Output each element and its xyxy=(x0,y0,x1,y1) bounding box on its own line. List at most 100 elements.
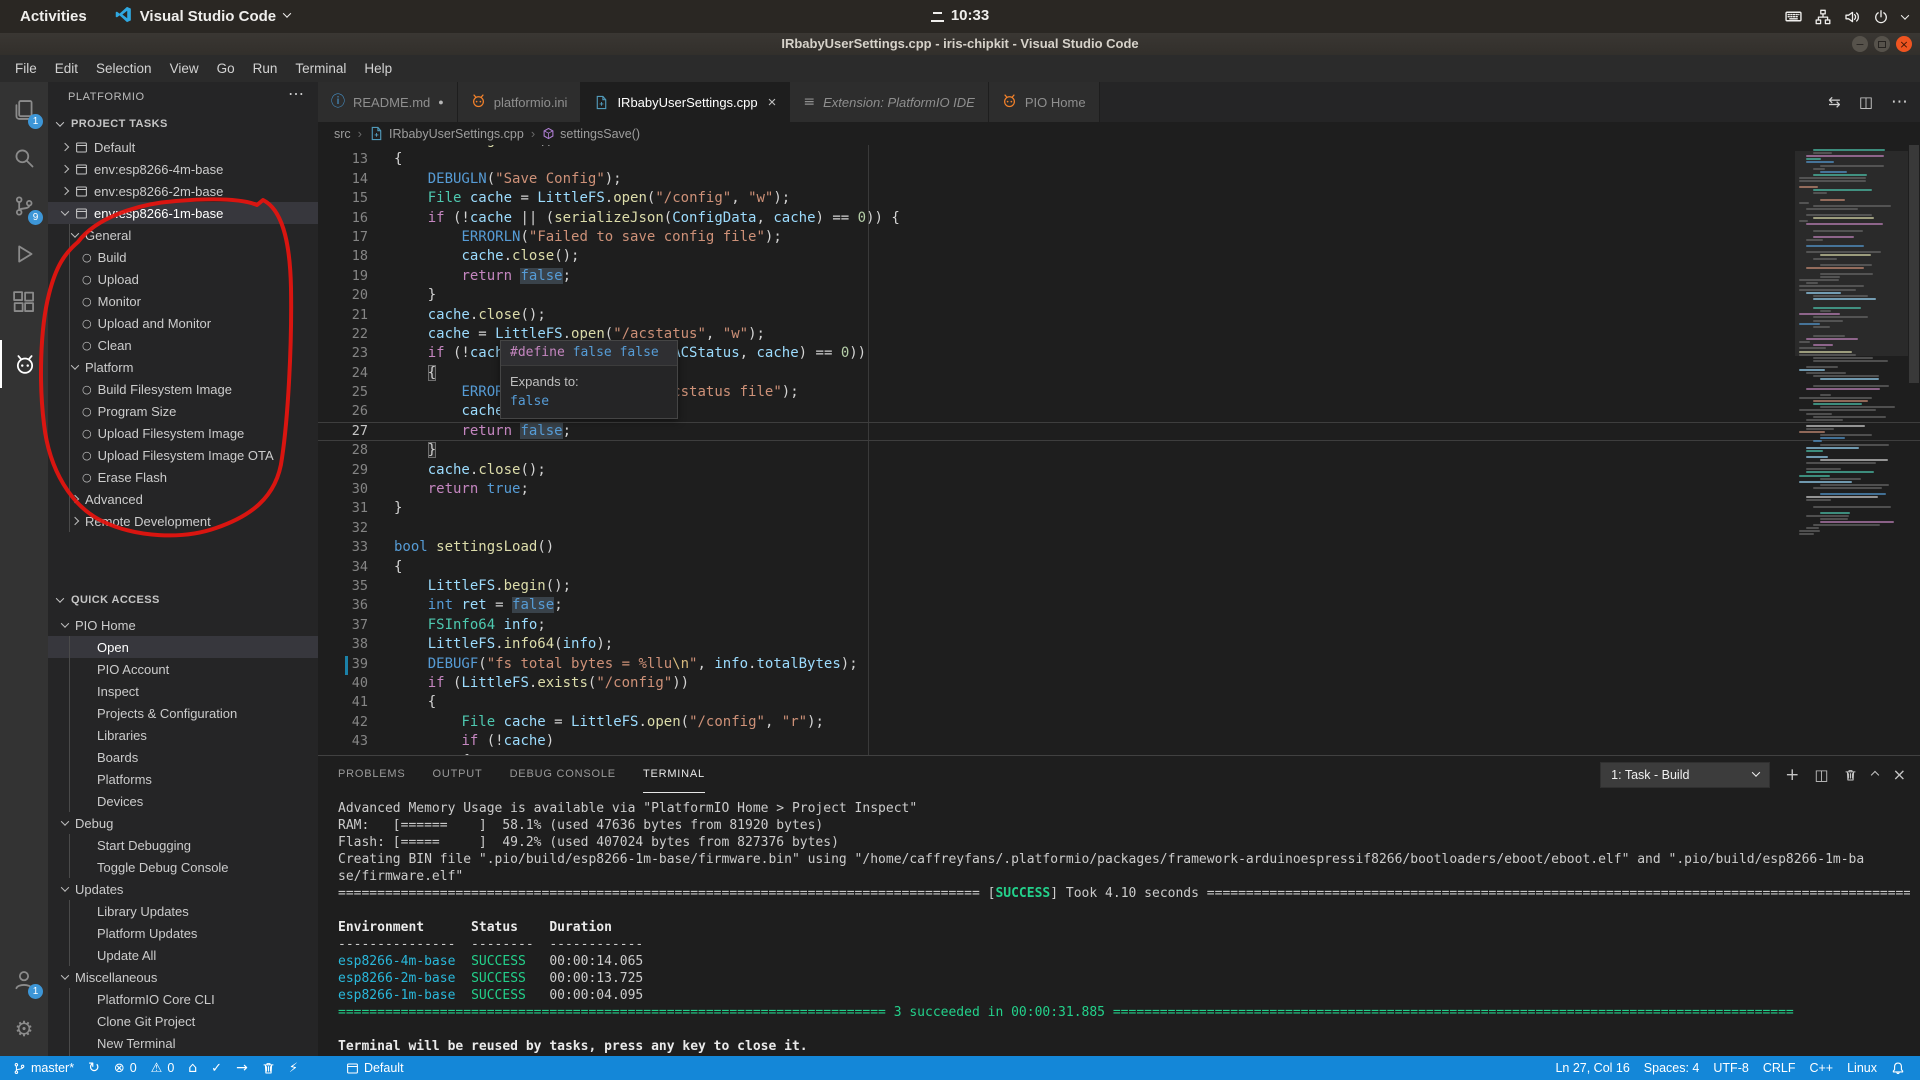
tree-item-clone-git-project[interactable]: Clone Git Project xyxy=(48,1010,318,1032)
minimap[interactable] xyxy=(1795,145,1908,755)
modified-dot-icon[interactable]: ● xyxy=(438,97,443,107)
tree-item-env-esp8266-4m-base[interactable]: env:esp8266-4m-base xyxy=(48,158,318,180)
tree-item-clean[interactable]: ○Clean xyxy=(48,334,318,356)
sidebar-more-actions[interactable]: ⋯ xyxy=(288,82,304,112)
status-warnings[interactable]: ⚠0 xyxy=(144,1056,182,1080)
breadcrumb-symbol[interactable]: settingsSave() xyxy=(542,127,640,141)
maximize-panel-icon[interactable] xyxy=(1872,772,1878,778)
tree-item-update-all[interactable]: Update All xyxy=(48,944,318,966)
activity-source-control[interactable]: 9 xyxy=(0,182,48,230)
status-encoding[interactable]: UTF-8 xyxy=(1706,1056,1755,1080)
menu-edit[interactable]: Edit xyxy=(46,61,87,76)
tab-readme-md[interactable]: ⓘREADME.md● xyxy=(318,82,458,122)
tree-item-upload-and-monitor[interactable]: ○Upload and Monitor xyxy=(48,312,318,334)
tab-extension-platformio-ide[interactable]: ≡Extension: PlatformIO IDE xyxy=(790,82,988,122)
power-icon[interactable] xyxy=(1873,9,1889,25)
activity-platformio[interactable] xyxy=(0,340,48,388)
volume-icon[interactable] xyxy=(1844,9,1860,25)
tree-item-upload-filesystem-image[interactable]: ○Upload Filesystem Image xyxy=(48,422,318,444)
menu-terminal[interactable]: Terminal xyxy=(286,61,355,76)
activity-manage[interactable]: ⚙ xyxy=(0,1005,48,1053)
close-panel-icon[interactable]: × xyxy=(1893,767,1906,783)
tree-item-monitor[interactable]: ○Monitor xyxy=(48,290,318,312)
tree-item-default[interactable]: Default xyxy=(48,136,318,158)
tree-item-debug[interactable]: Debug xyxy=(48,812,318,834)
code-editor[interactable]: 12bool settingsSave()13{14 DEBUGLN("Save… xyxy=(318,145,1920,755)
tree-item-libraries[interactable]: Libraries xyxy=(48,724,318,746)
app-menu[interactable]: Visual Studio Code xyxy=(115,6,290,27)
status-pio-upload[interactable]: → xyxy=(229,1056,255,1080)
more-actions-icon[interactable]: ⋯ xyxy=(1891,94,1908,111)
status-notifications[interactable] xyxy=(1884,1056,1912,1080)
keyboard-icon[interactable] xyxy=(1785,8,1802,25)
menu-go[interactable]: Go xyxy=(208,61,244,76)
tree-item-inspect[interactable]: Inspect xyxy=(48,680,318,702)
tree-item-pio-home[interactable]: PIO Home xyxy=(48,614,318,636)
tree-item-build[interactable]: ○Build xyxy=(48,246,318,268)
tree-item-toggle-debug-console[interactable]: Toggle Debug Console xyxy=(48,856,318,878)
new-terminal-icon[interactable]: + xyxy=(1785,767,1799,784)
tree-item-projects-configuration[interactable]: Projects & Configuration xyxy=(48,702,318,724)
status-indentation[interactable]: Spaces: 4 xyxy=(1637,1056,1707,1080)
menu-view[interactable]: View xyxy=(161,61,208,76)
tree-item-upload-filesystem-image-ota[interactable]: ○Upload Filesystem Image OTA xyxy=(48,444,318,466)
tree-item-upload[interactable]: ○Upload xyxy=(48,268,318,290)
tree-item-platform-updates[interactable]: Platform Updates xyxy=(48,922,318,944)
breadcrumb-folder[interactable]: src xyxy=(334,127,351,141)
tree-item-remote-development[interactable]: Remote Development xyxy=(48,510,318,532)
tree-item-env-esp8266-2m-base[interactable]: env:esp8266-2m-base xyxy=(48,180,318,202)
tree-item-pio-account[interactable]: PIO Account xyxy=(48,658,318,680)
split-editor-icon[interactable]: ◫ xyxy=(1859,95,1873,110)
menu-run[interactable]: Run xyxy=(244,61,287,76)
status-errors[interactable]: ⊗0 xyxy=(107,1056,144,1080)
tree-item-program-size[interactable]: ○Program Size xyxy=(48,400,318,422)
tree-item-updates[interactable]: Updates xyxy=(48,878,318,900)
panel-tab-terminal[interactable]: TERMINAL xyxy=(643,756,705,793)
status-pio-build[interactable]: ✓ xyxy=(204,1056,229,1080)
terminal-output[interactable]: Advanced Memory Usage is available via "… xyxy=(338,800,1910,1054)
status-git-branch[interactable]: master* xyxy=(6,1056,81,1080)
panel-tab-problems[interactable]: PROBLEMS xyxy=(338,756,406,793)
split-terminal-icon[interactable]: ◫ xyxy=(1814,768,1828,783)
tree-item-build-filesystem-image[interactable]: ○Build Filesystem Image xyxy=(48,378,318,400)
status-pio-clean[interactable] xyxy=(255,1056,282,1080)
activity-extensions[interactable] xyxy=(0,278,48,326)
clock[interactable]: 10:33 xyxy=(931,7,989,24)
section-quick-access[interactable]: QUICK ACCESS xyxy=(48,588,318,612)
tree-item-general[interactable]: General xyxy=(48,224,318,246)
menu-file[interactable]: File xyxy=(6,61,46,76)
tree-item-open[interactable]: Open xyxy=(48,636,318,658)
maximize-button[interactable] xyxy=(1874,36,1890,52)
tree-item-library-updates[interactable]: Library Updates xyxy=(48,900,318,922)
panel-tab-output[interactable]: OUTPUT xyxy=(433,756,483,793)
status-pio-home[interactable]: ⌂ xyxy=(181,1056,204,1080)
tree-item-advanced[interactable]: Advanced xyxy=(48,488,318,510)
status-language-mode[interactable]: C++ xyxy=(1802,1056,1840,1080)
panel-tab-debug-console[interactable]: DEBUG CONSOLE xyxy=(510,756,616,793)
activity-run-and-debug[interactable] xyxy=(0,230,48,278)
tree-item-new-terminal[interactable]: New Terminal xyxy=(48,1032,318,1054)
menu-selection[interactable]: Selection xyxy=(87,61,161,76)
editor-scrollbar[interactable] xyxy=(1908,145,1920,755)
tab-close-icon[interactable]: × xyxy=(768,94,777,111)
chevron-down-icon[interactable] xyxy=(1902,14,1908,20)
open-changes-icon[interactable]: ⇆ xyxy=(1828,95,1841,110)
kill-terminal-icon[interactable] xyxy=(1844,769,1857,782)
minimize-button[interactable]: − xyxy=(1852,36,1868,52)
status-pio-serial-monitor[interactable]: ⚡ xyxy=(282,1056,305,1080)
tree-item-start-debugging[interactable]: Start Debugging xyxy=(48,834,318,856)
tree-item-env-esp8266-1m-base[interactable]: env:esp8266-1m-base xyxy=(48,202,318,224)
status-sync[interactable]: ↻ xyxy=(81,1056,107,1080)
tree-item-platformio-core-cli[interactable]: PlatformIO Core CLI xyxy=(48,988,318,1010)
menu-help[interactable]: Help xyxy=(355,61,401,76)
status-pio-env[interactable]: Default xyxy=(339,1056,411,1080)
system-tray[interactable] xyxy=(1785,8,1908,25)
tree-item-devices[interactable]: Devices xyxy=(48,790,318,812)
section-project-tasks[interactable]: PROJECT TASKS xyxy=(48,112,318,136)
terminal-task-selector[interactable]: 1: Task - Build xyxy=(1600,762,1770,788)
tree-item-boards[interactable]: Boards xyxy=(48,746,318,768)
tab-irbabyusersettings-cpp[interactable]: IRbabyUserSettings.cpp× xyxy=(581,82,790,122)
tree-item-platforms[interactable]: Platforms xyxy=(48,768,318,790)
breadcrumb-file[interactable]: IRbabyUserSettings.cpp xyxy=(369,126,524,141)
activity-explorer[interactable]: 1 xyxy=(0,86,48,134)
